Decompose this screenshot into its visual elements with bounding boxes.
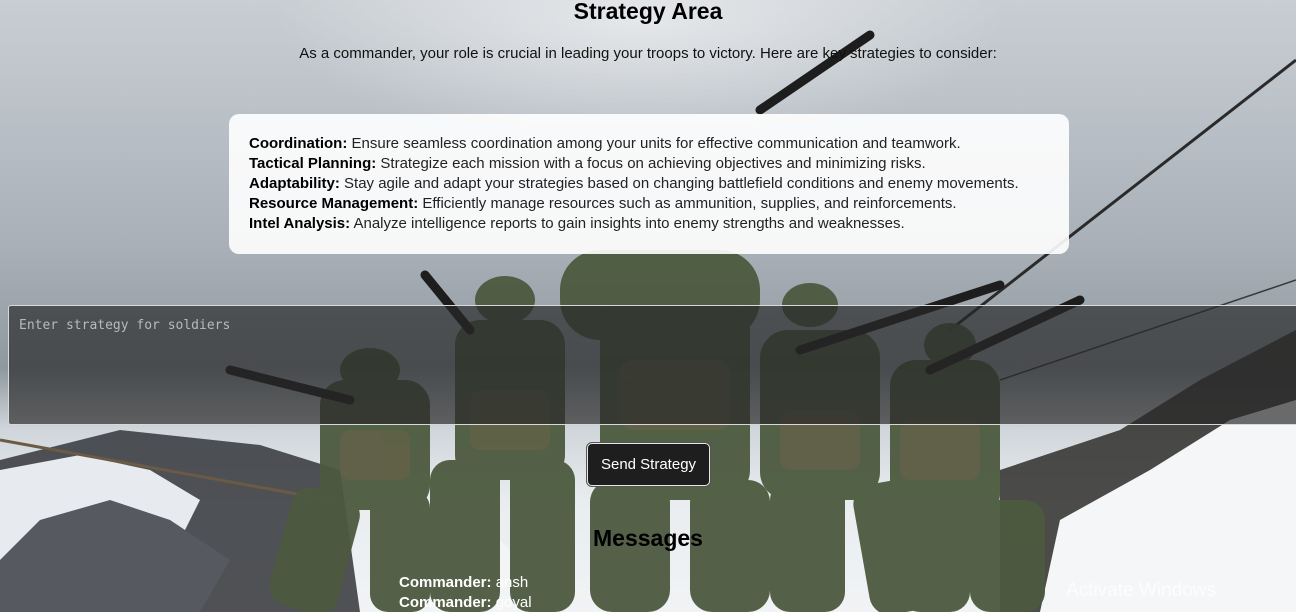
strategy-item-adaptability: Adaptability: Stay agile and adapt your … (249, 174, 1049, 194)
strategy-label: Tactical Planning: (249, 155, 377, 172)
strategy-text: Strategize each mission with a focus on … (380, 155, 926, 172)
strategy-item-coordination: Coordination: Ensure seamless coordinati… (249, 134, 1049, 154)
message-item: Commander: ansh (399, 573, 532, 593)
message-sender: Commander: (399, 594, 492, 611)
activate-windows-watermark: Activate Windows (1066, 580, 1216, 601)
strategy-text: Ensure seamless coordination among your … (351, 135, 961, 152)
strategy-label: Resource Management: (249, 195, 419, 212)
strategy-item-tactical-planning: Tactical Planning: Strategize each missi… (249, 154, 1049, 174)
message-text: ansh (495, 574, 529, 591)
strategy-label: Intel Analysis: (249, 215, 351, 232)
messages-title: Messages (593, 525, 703, 551)
strategy-text: Analyze intelligence reports to gain ins… (353, 215, 905, 232)
send-strategy-button[interactable]: Send Strategy (587, 443, 710, 486)
message-text: goyal (495, 594, 532, 611)
page-title: Strategy Area (573, 0, 723, 24)
strategy-item-intel-analysis: Intel Analysis: Analyze intelligence rep… (249, 214, 1049, 234)
intro-text: As a commander, your role is crucial in … (299, 45, 997, 62)
message-list: Commander: ansh Commander: goyal (399, 573, 532, 612)
strategy-item-resource-management: Resource Management: Efficiently manage … (249, 194, 1049, 214)
strategy-text: Efficiently manage resources such as amm… (422, 195, 957, 212)
strategy-input[interactable] (8, 305, 1296, 425)
message-item: Commander: goyal (399, 593, 532, 612)
strategy-card: Coordination: Ensure seamless coordinati… (229, 114, 1069, 254)
strategy-text: Stay agile and adapt your strategies bas… (344, 175, 1019, 192)
message-sender: Commander: (399, 574, 492, 591)
strategy-label: Coordination: (249, 135, 348, 152)
strategy-label: Adaptability: (249, 175, 340, 192)
